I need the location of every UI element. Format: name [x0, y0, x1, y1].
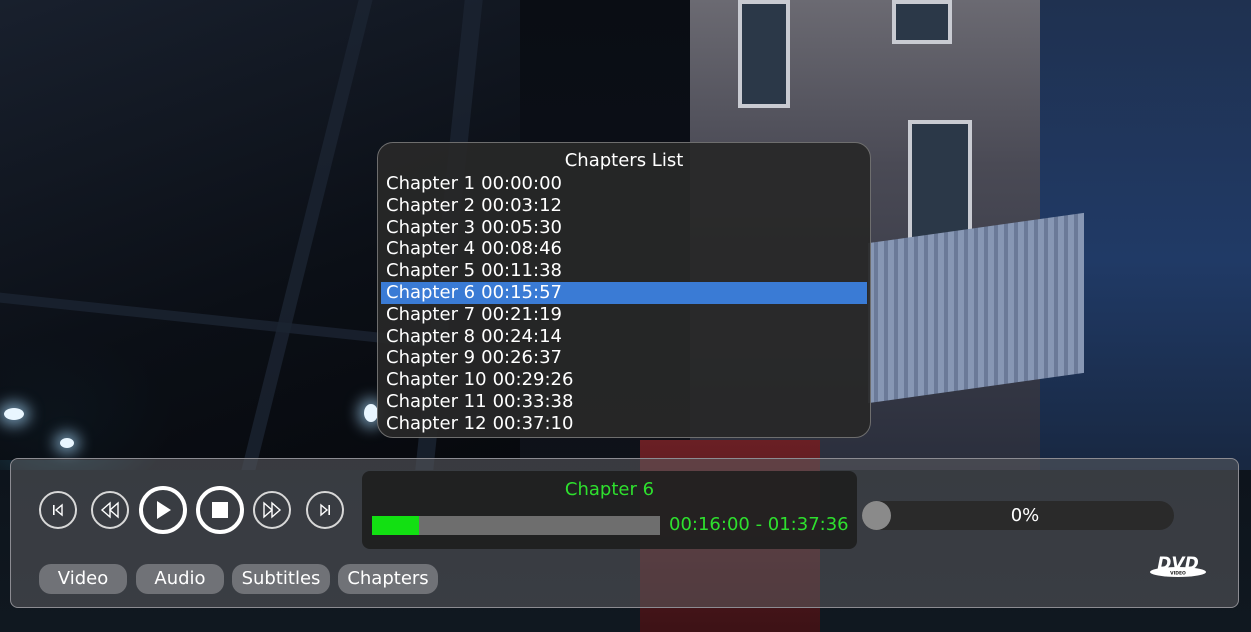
chapter-name: Chapter 10	[386, 369, 487, 391]
background-light	[364, 404, 378, 422]
video-tab-button[interactable]: Video	[39, 564, 127, 594]
chapter-name: Chapter 9	[386, 347, 476, 369]
chapter-list-item[interactable]: Chapter 13 00:41:01	[381, 435, 867, 437]
chapter-list-item[interactable]: Chapter 2 00:03:12	[381, 195, 867, 217]
chapter-name: Chapter 6	[386, 281, 476, 303]
chapter-name: Chapter 8	[386, 325, 476, 347]
stop-icon	[212, 502, 228, 518]
audio-tab-button[interactable]: Audio	[136, 564, 224, 594]
play-button[interactable]	[139, 486, 187, 534]
chapter-time: 00:08:46	[481, 238, 562, 260]
chapter-time: 00:21:19	[481, 303, 562, 325]
skip-previous-icon	[53, 503, 63, 517]
chapter-name: Chapter 12	[386, 412, 487, 434]
background-light	[4, 408, 24, 420]
fast-forward-button[interactable]	[253, 491, 291, 529]
chapter-time: 00:05:30	[481, 216, 562, 238]
chapter-time: 00:41:01	[493, 435, 574, 437]
seek-bar-fill	[372, 516, 420, 535]
background-window	[892, 0, 952, 44]
chapter-list-item[interactable]: Chapter 1 00:00:00	[381, 173, 867, 195]
subtitles-tab-button[interactable]: Subtitles	[232, 564, 330, 594]
play-icon	[157, 501, 171, 519]
chapter-list-item[interactable]: Chapter 5 00:11:38	[381, 260, 867, 282]
stop-button[interactable]	[196, 486, 244, 534]
chapter-list-item[interactable]: Chapter 8 00:24:14	[381, 326, 867, 348]
dvd-video-logo: DVD VIDEO	[1150, 554, 1206, 577]
chapter-list-item[interactable]: Chapter 11 00:33:38	[381, 391, 867, 413]
next-chapter-button[interactable]	[306, 491, 344, 529]
chapter-time: 00:24:14	[481, 325, 562, 347]
chapter-name: Chapter 13	[386, 435, 487, 437]
svg-text:VIDEO: VIDEO	[1170, 571, 1186, 577]
background-window	[738, 0, 790, 108]
volume-level-label: 0%	[1010, 505, 1040, 526]
chapter-name: Chapter 1	[386, 173, 476, 194]
chapter-list-item[interactable]: Chapter 3 00:05:30	[381, 217, 867, 239]
chapter-list-item[interactable]: Chapter 4 00:08:46	[381, 238, 867, 260]
chapter-time: 00:11:38	[481, 260, 562, 282]
rewind-button[interactable]	[91, 491, 129, 529]
seek-bar[interactable]	[372, 516, 660, 535]
chapter-name: Chapter 4	[386, 238, 476, 260]
chapter-name: Chapter 3	[386, 216, 476, 238]
chapter-time: 00:00:00	[481, 173, 562, 194]
chapter-list-item[interactable]: Chapter 7 00:21:19	[381, 304, 867, 326]
fast-forward-icon	[263, 501, 282, 519]
chapter-time: 00:29:26	[492, 369, 574, 391]
time-display: 00:16:00 - 01:37:36	[669, 514, 849, 535]
chapter-time: 00:03:12	[481, 194, 562, 216]
chapter-list-item[interactable]: Chapter 10 00:29:26	[381, 369, 867, 391]
current-chapter-label: Chapter 6	[564, 479, 655, 500]
chapter-time: 00:33:38	[492, 390, 574, 412]
chapters-list-title: Chapters List	[564, 150, 684, 171]
chapters-list-popup: Chapters List Chapter 1 00:00:00 Chapter 2…	[377, 142, 871, 438]
rewind-icon	[100, 501, 119, 519]
volume-slider-handle[interactable]	[862, 501, 891, 530]
previous-chapter-button[interactable]	[39, 491, 77, 529]
chapter-list: Chapter 1 00:00:00 Chapter 2 00:03:12 Chapte…	[381, 173, 867, 437]
skip-next-icon	[320, 503, 330, 517]
chapter-list-item[interactable]: Chapter 6 00:15:57	[381, 281, 867, 304]
chapters-tab-button[interactable]: Chapters	[338, 564, 438, 594]
chapter-name: Chapter 2	[386, 194, 476, 216]
chapter-name: Chapter 11	[386, 390, 487, 412]
chapter-time: 00:15:57	[481, 281, 562, 303]
progress-box: Chapter 6 00:16:00 - 01:37:36	[362, 471, 857, 549]
chapter-name: Chapter 7	[386, 303, 476, 325]
chapter-list-item[interactable]: Chapter 12 00:37:10	[381, 413, 867, 435]
background-light	[60, 438, 74, 448]
chapter-time: 00:37:10	[492, 412, 574, 434]
chapter-time: 00:26:37	[481, 347, 562, 369]
chapter-name: Chapter 5	[386, 260, 476, 282]
background-awning	[868, 212, 1084, 404]
chapter-list-item[interactable]: Chapter 9 00:26:37	[381, 347, 867, 369]
